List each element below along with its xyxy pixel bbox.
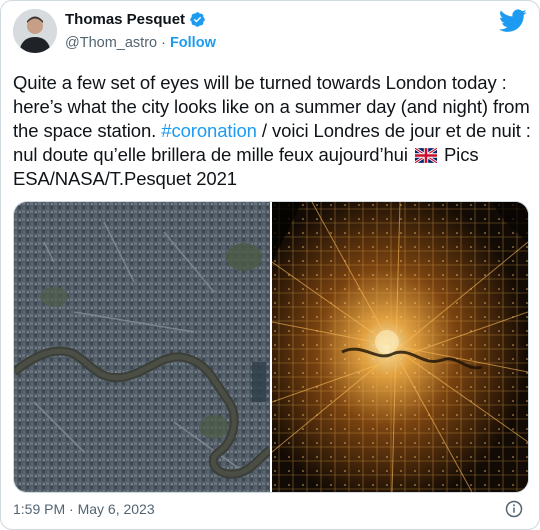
media-grid — [13, 201, 529, 493]
verified-badge-icon — [190, 12, 205, 27]
separator-dot: · — [161, 35, 166, 51]
tweet-text: Quite a few set of eyes will be turned t… — [13, 71, 533, 191]
author-name-row[interactable]: Thomas Pesquet — [65, 11, 206, 28]
author-name[interactable]: Thomas Pesquet — [65, 11, 185, 28]
avatar[interactable] — [13, 9, 57, 53]
handle-row: @Thom_astro · Follow — [65, 35, 216, 51]
london-day-photo[interactable] — [14, 202, 270, 492]
author-handle[interactable]: @Thom_astro — [65, 35, 157, 51]
follow-button[interactable]: Follow — [170, 35, 216, 51]
uk-flag-icon — [414, 148, 437, 163]
info-icon[interactable] — [505, 500, 523, 518]
london-night-photo[interactable] — [272, 202, 528, 492]
tweet-card: Thomas Pesquet @Thom_astro · Follow Quite … — [0, 0, 540, 530]
tweet-timestamp[interactable]: 1:59 PM · May 6, 2023 — [13, 501, 155, 517]
hashtag-link[interactable]: #coronation — [161, 120, 257, 141]
twitter-bird-icon[interactable] — [499, 9, 527, 33]
